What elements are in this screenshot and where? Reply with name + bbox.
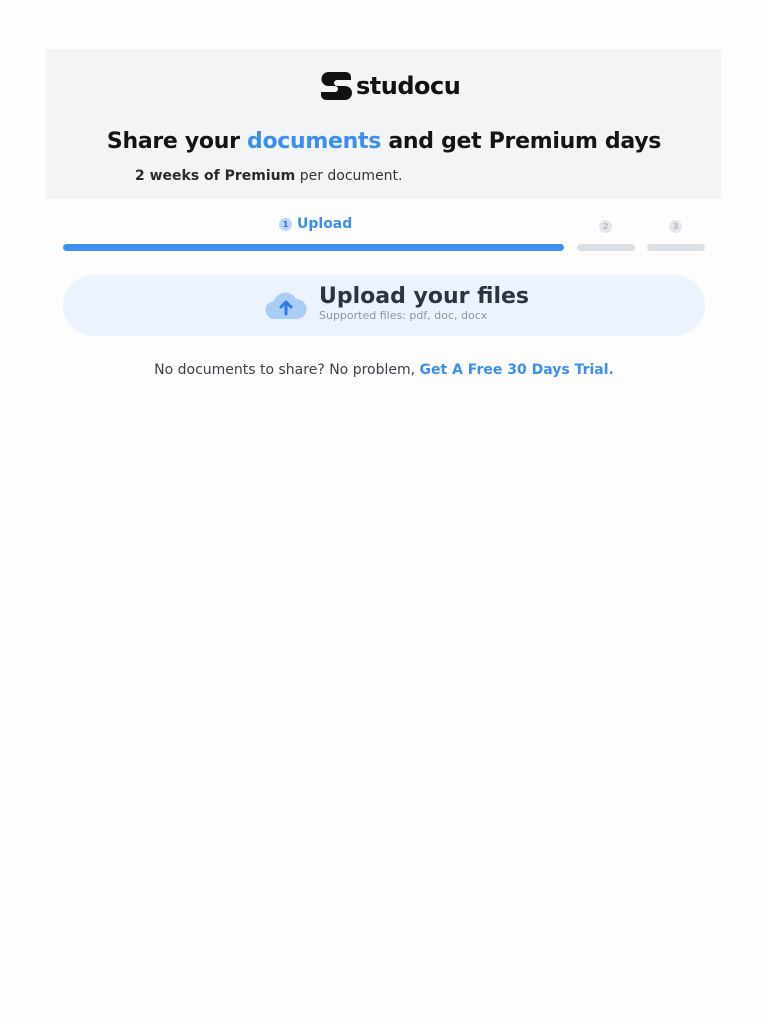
step-1-number: 1 — [279, 217, 292, 231]
free-trial-notice: No documents to share? No problem, Get A… — [0, 362, 768, 378]
headline-pre: Share your — [106, 129, 248, 154]
step-1-label: Upload — [297, 216, 353, 232]
premium-duration: 2 weeks of Premium — [135, 168, 296, 184]
trial-text: No documents to share? No problem, — [154, 362, 420, 378]
step-2: 2 — [599, 220, 612, 233]
step-1: 1 Upload — [279, 216, 352, 232]
headline-post: and get Premium days — [381, 129, 662, 154]
step-1-progress-bar — [63, 244, 564, 251]
free-trial-link[interactable]: Get A Free 30 Days Trial. — [420, 362, 614, 378]
upload-supported-files: Supported files: pdf, doc, docx — [319, 309, 488, 322]
studocu-s-logo-icon — [321, 71, 352, 100]
premium-subtitle: 2 weeks of Premium per document. — [135, 168, 403, 184]
progress-steps: 1 Upload 2 3 — [63, 216, 705, 256]
step-3-number: 3 — [669, 220, 682, 233]
headline-accent: documents — [247, 129, 381, 154]
page-title: Share your documents and get Premium day… — [0, 129, 768, 154]
premium-suffix: per document. — [295, 168, 403, 184]
cloud-upload-icon — [265, 290, 307, 324]
step-3-progress-bar — [647, 244, 705, 251]
step-2-progress-bar — [577, 244, 635, 251]
upload-files-button[interactable]: Upload your files Supported files: pdf, … — [63, 275, 705, 336]
studocu-logo[interactable]: studocu — [320, 70, 461, 102]
step-2-number: 2 — [599, 220, 612, 233]
brand-name: studocu — [356, 72, 461, 100]
upload-title: Upload your files — [319, 284, 530, 309]
step-3: 3 — [669, 220, 682, 233]
